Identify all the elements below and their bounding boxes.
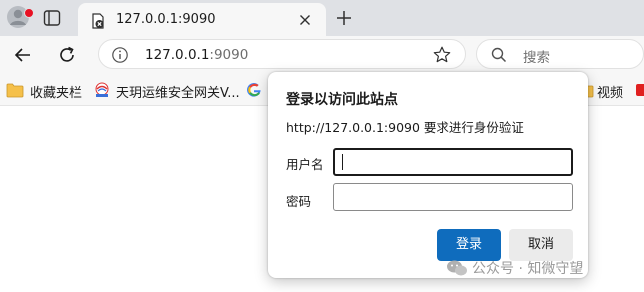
url-text: 127.0.0.1:9090 <box>145 47 248 63</box>
navigation-bar: 127.0.0.1:9090 搜索 <box>0 36 644 74</box>
search-box[interactable]: 搜索 <box>476 39 644 69</box>
tab-actions-button[interactable] <box>42 8 62 28</box>
plus-icon <box>337 11 351 25</box>
bookmark-favorites-folder[interactable]: 收藏夹栏 <box>6 74 82 106</box>
bookmark-label: 视频 <box>597 86 624 101</box>
auth-dialog: 登录以访问此站点 http://127.0.0.1:9090 要求进行身份验证 … <box>268 72 588 278</box>
dialog-message: http://127.0.0.1:9090 要求进行身份验证 <box>286 120 524 135</box>
folder-icon <box>6 83 24 98</box>
tab-actions-icon <box>43 10 61 26</box>
watermark-text: 公众号 · 知微守望 <box>472 261 584 277</box>
new-tab-button[interactable] <box>334 8 354 28</box>
bookmark-partial[interactable] <box>636 74 644 106</box>
password-field[interactable] <box>333 183 573 211</box>
search-placeholder: 搜索 <box>523 50 550 66</box>
close-icon[interactable] <box>296 11 314 29</box>
profile-avatar[interactable] <box>6 5 34 29</box>
bookmark-label: 收藏夹栏 <box>30 86 83 101</box>
login-button[interactable]: 登录 <box>437 229 501 261</box>
url-host: 127.0.0.1 <box>145 47 210 63</box>
tab-title: 127.0.0.1:9090 <box>116 12 216 27</box>
text-caret <box>342 154 343 170</box>
info-icon[interactable] <box>111 46 129 64</box>
address-bar[interactable]: 127.0.0.1:9090 <box>98 39 466 69</box>
star-icon[interactable] <box>432 45 452 65</box>
tab-active[interactable]: 127.0.0.1:9090 <box>78 3 326 36</box>
back-arrow-icon[interactable] <box>12 44 34 66</box>
username-field[interactable] <box>333 148 573 176</box>
bookmark-label: 天玥运维安全网关V... <box>116 86 240 101</box>
wechat-icon <box>447 260 467 276</box>
bookmark-icon-partial <box>636 84 644 96</box>
site-logo-icon <box>95 82 109 97</box>
notification-dot <box>24 8 34 18</box>
password-label: 密码 <box>286 194 312 209</box>
username-label: 用户名 <box>286 157 324 172</box>
refresh-icon[interactable] <box>56 44 78 66</box>
bookmark-google[interactable] <box>246 74 266 106</box>
dialog-title: 登录以访问此站点 <box>286 92 398 108</box>
url-port: :9090 <box>209 47 249 63</box>
page-error-icon <box>92 13 104 29</box>
google-icon <box>247 83 261 97</box>
search-icon <box>491 47 507 63</box>
tab-strip: 127.0.0.1:9090 <box>0 0 644 36</box>
bookmark-gateway[interactable]: 天玥运维安全网关V... <box>94 74 240 106</box>
cancel-button[interactable]: 取消 <box>509 229 573 261</box>
